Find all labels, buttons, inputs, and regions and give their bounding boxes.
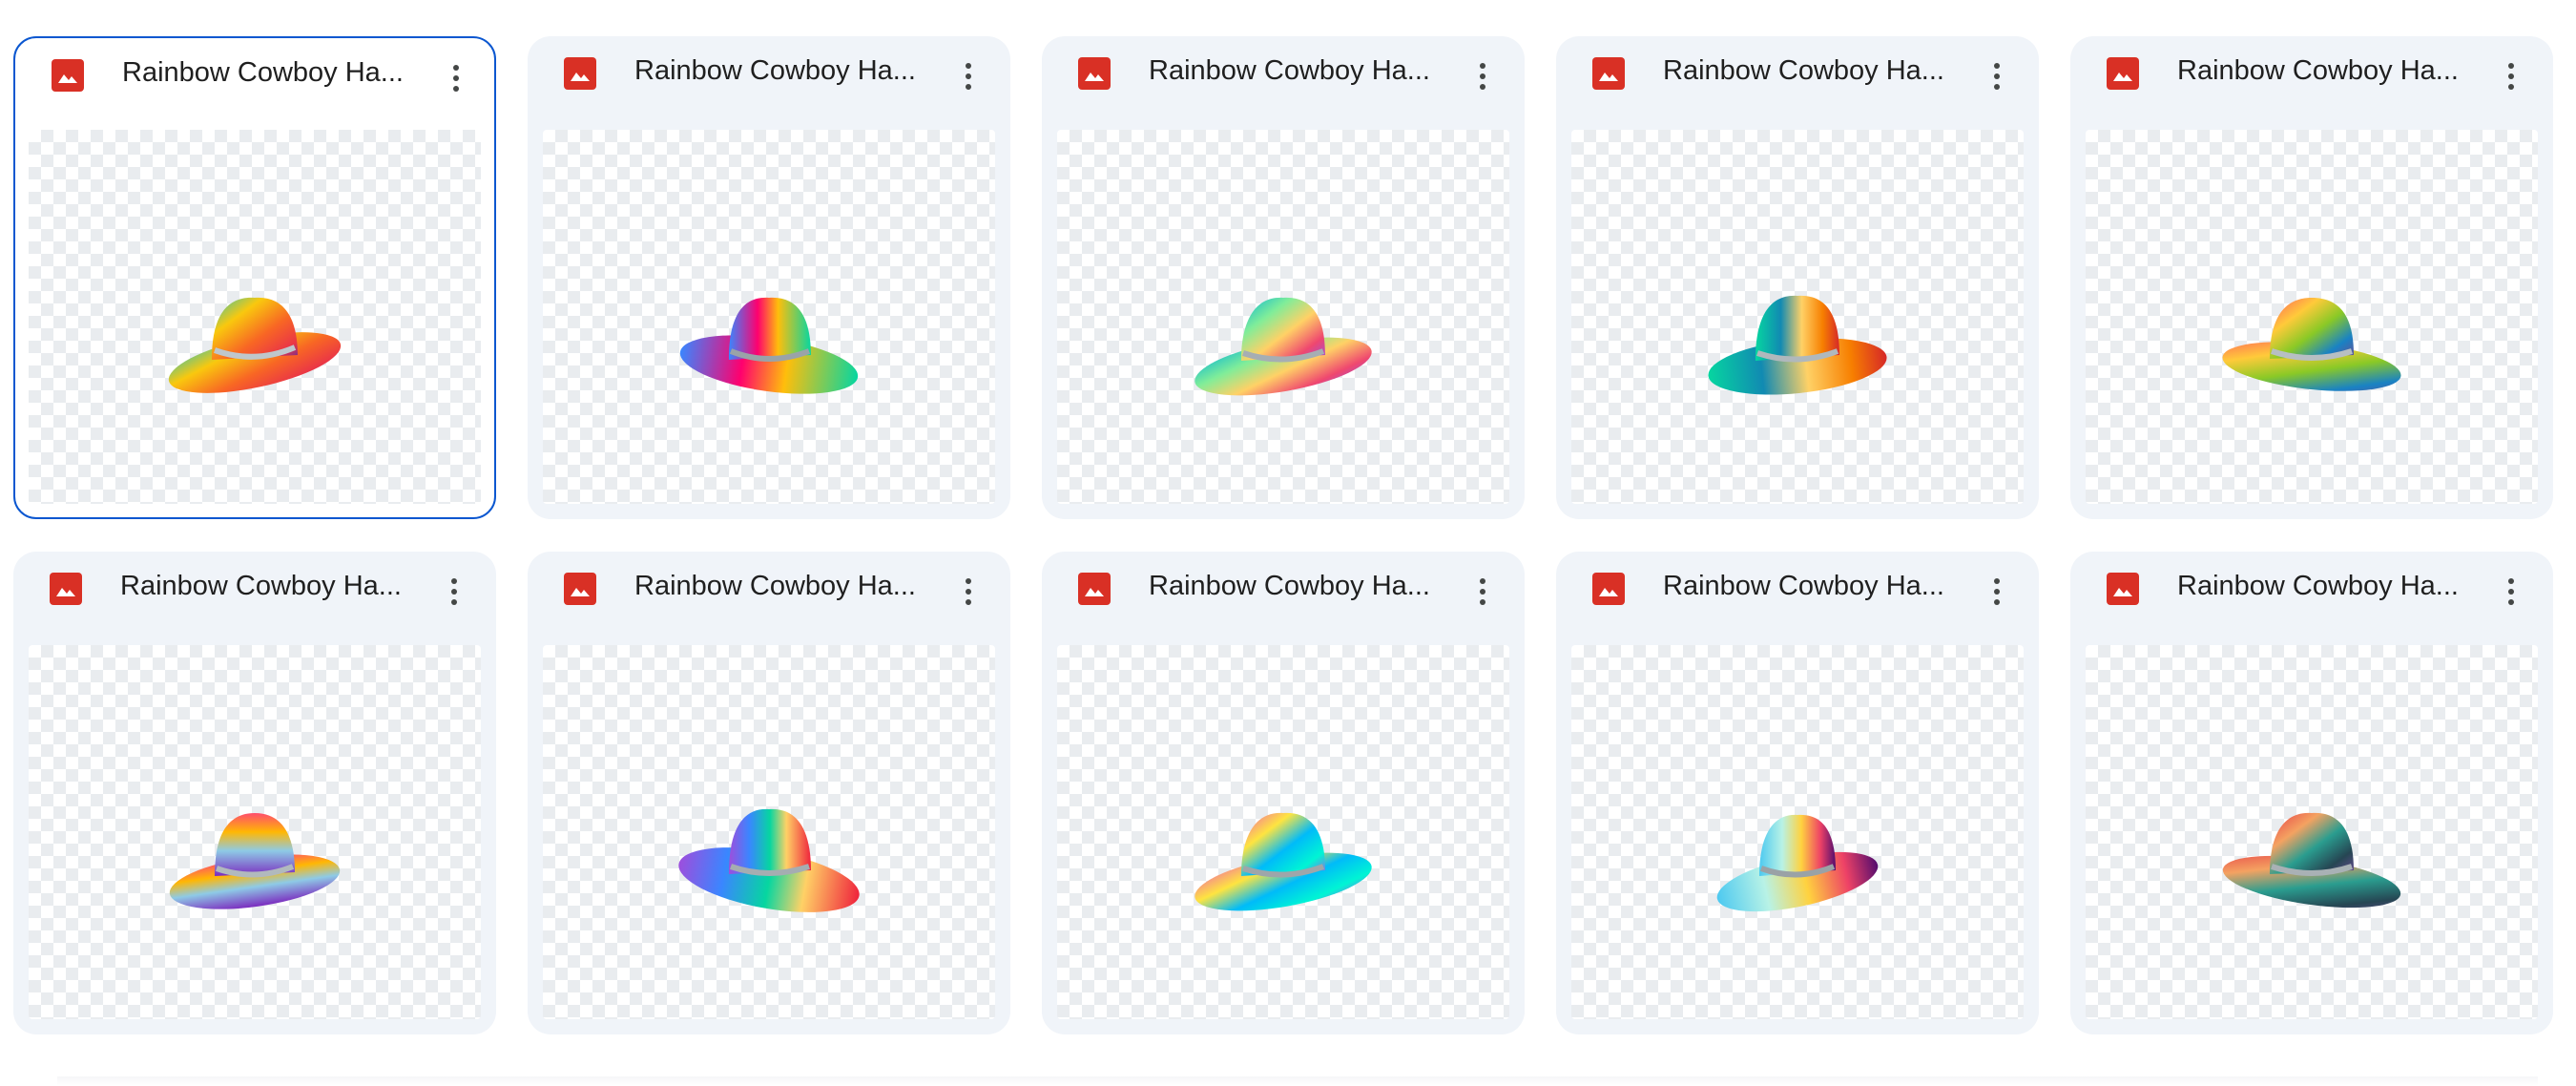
file-title[interactable]: Rainbow Cowboy Ha...	[122, 55, 408, 90]
file-thumbnail[interactable]	[1057, 130, 1509, 504]
file-thumbnail[interactable]	[2086, 130, 2538, 504]
file-title[interactable]: Rainbow Cowboy Ha...	[2177, 569, 2463, 603]
file-card[interactable]: Rainbow Cowboy Ha...	[2070, 552, 2553, 1034]
more-options-button[interactable]	[945, 569, 991, 615]
file-card[interactable]: Rainbow Cowboy Ha...	[13, 552, 496, 1034]
image-file-icon	[564, 57, 596, 90]
more-vert-icon	[1994, 578, 2000, 584]
file-grid: Rainbow Cowboy Ha... Rainbow Cowboy Ha..…	[0, 0, 2576, 1086]
more-options-button[interactable]	[431, 569, 477, 615]
file-thumbnail[interactable]	[1571, 645, 2024, 1019]
file-card[interactable]: Rainbow Cowboy Ha...	[13, 36, 496, 519]
more-vert-icon	[453, 65, 459, 71]
image-file-icon	[1078, 57, 1111, 90]
image-file-icon	[1592, 57, 1625, 90]
file-title[interactable]: Rainbow Cowboy Ha...	[1663, 53, 1949, 88]
file-title[interactable]: Rainbow Cowboy Ha...	[634, 53, 921, 88]
file-thumbnail[interactable]	[2086, 645, 2538, 1019]
file-card[interactable]: Rainbow Cowboy Ha...	[1556, 36, 2039, 519]
image-file-icon	[564, 573, 596, 605]
hat-image	[2222, 298, 2401, 391]
file-title[interactable]: Rainbow Cowboy Ha...	[120, 569, 406, 603]
more-vert-icon	[2508, 63, 2514, 69]
more-vert-icon	[966, 578, 971, 584]
image-file-icon	[2107, 573, 2139, 605]
file-title[interactable]: Rainbow Cowboy Ha...	[1149, 569, 1435, 603]
hat-image	[1708, 295, 1887, 395]
hat-image	[679, 297, 859, 394]
file-title[interactable]: Rainbow Cowboy Ha...	[1663, 569, 1949, 603]
more-vert-icon	[2508, 578, 2514, 584]
file-card[interactable]: Rainbow Cowboy Ha...	[1042, 36, 1525, 519]
image-file-icon	[2107, 57, 2139, 90]
more-options-button[interactable]	[1460, 569, 1506, 615]
file-thumbnail[interactable]	[1571, 130, 2024, 504]
more-vert-icon	[966, 63, 971, 69]
file-card[interactable]: Rainbow Cowboy Ha...	[528, 36, 1010, 519]
hat-image	[1195, 297, 1372, 396]
image-file-icon	[1078, 573, 1111, 605]
file-thumbnail[interactable]	[543, 130, 995, 504]
file-card[interactable]: Rainbow Cowboy Ha...	[528, 552, 1010, 1034]
more-options-button[interactable]	[945, 53, 991, 99]
file-thumbnail[interactable]	[29, 645, 481, 1019]
more-options-button[interactable]	[2488, 569, 2534, 615]
more-options-button[interactable]	[1974, 569, 2020, 615]
scroll-shadow	[57, 1076, 2538, 1086]
file-card[interactable]: Rainbow Cowboy Ha...	[1556, 552, 2039, 1034]
hat-image	[1716, 814, 1879, 912]
file-title[interactable]: Rainbow Cowboy Ha...	[2177, 53, 2463, 88]
more-options-button[interactable]	[433, 55, 479, 101]
more-options-button[interactable]	[1460, 53, 1506, 99]
more-vert-icon	[451, 578, 457, 584]
file-thumbnail[interactable]	[543, 645, 995, 1019]
hat-image	[168, 297, 342, 393]
file-thumbnail[interactable]	[29, 130, 481, 504]
file-card[interactable]: Rainbow Cowboy Ha...	[1042, 552, 1525, 1034]
more-vert-icon	[1480, 63, 1485, 69]
more-options-button[interactable]	[1974, 53, 2020, 99]
file-title[interactable]: Rainbow Cowboy Ha...	[634, 569, 921, 603]
image-file-icon	[52, 59, 84, 92]
file-card[interactable]: Rainbow Cowboy Ha...	[2070, 36, 2553, 519]
more-options-button[interactable]	[2488, 53, 2534, 99]
hat-image	[678, 808, 860, 912]
file-title[interactable]: Rainbow Cowboy Ha...	[1149, 53, 1435, 88]
more-vert-icon	[1994, 63, 2000, 69]
hat-image	[2222, 812, 2401, 908]
image-file-icon	[50, 573, 82, 605]
file-thumbnail[interactable]	[1057, 645, 1509, 1019]
image-file-icon	[1592, 573, 1625, 605]
more-vert-icon	[1480, 578, 1485, 584]
hat-image	[1195, 812, 1372, 911]
hat-image	[169, 813, 341, 909]
